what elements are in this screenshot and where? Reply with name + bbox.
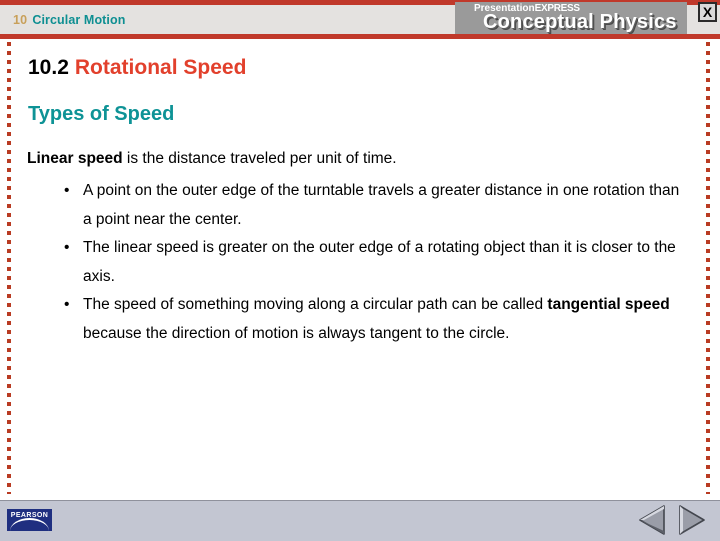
bullet-point-icon: •	[64, 296, 70, 313]
triangle-left-icon	[639, 505, 665, 535]
pearson-logo: PEARSON	[7, 509, 52, 531]
next-slide-button[interactable]: Next slide	[674, 503, 708, 537]
list-item-bold-term: tangential speed	[547, 296, 670, 313]
list-item-text: The speed of something moving along a ci…	[83, 296, 548, 313]
brand-conceptual-physics: Conceptual Physics	[483, 11, 677, 33]
slide-navigation: Previous slide Next slide	[636, 503, 710, 537]
right-dotted-border	[706, 42, 710, 494]
page-title: 10.2 Rotational Speed	[28, 56, 246, 80]
bullet-point-icon: •	[64, 182, 70, 199]
chapter-title: Circular Motion	[32, 12, 126, 27]
page-title-number: 10.2	[28, 56, 69, 79]
list-item-text: A point on the outer edge of the turntab…	[83, 182, 680, 228]
lead-bold-term: Linear speed	[27, 150, 123, 167]
brand-banner: PresentationEXPRESS Conceptual Physics	[455, 2, 687, 35]
bullet-point-icon: •	[64, 239, 70, 256]
lead-rest-text: is the distance traveled per unit of tim…	[122, 150, 397, 167]
pearson-arc-icon	[10, 518, 49, 531]
slide-header: 10 Circular Motion PresentationEXPRESS C…	[0, 0, 720, 39]
slide-canvas: 10 Circular Motion PresentationEXPRESS C…	[0, 0, 720, 541]
list-item: • The linear speed is greater on the oute…	[58, 234, 683, 291]
list-item: • The speed of something moving along a c…	[58, 291, 683, 348]
list-item-text: The linear speed is greater on the outer…	[83, 239, 676, 285]
slide-footer: PEARSON	[0, 500, 720, 541]
page-title-text: Rotational Speed	[74, 56, 247, 79]
left-dotted-border	[7, 42, 11, 494]
list-item: • A point on the outer edge of the turnta…	[58, 177, 683, 234]
list-item-text-tail: because the direction of motion is alway…	[83, 324, 510, 342]
previous-slide-button[interactable]: Previous slide	[636, 503, 670, 537]
chapter-number: 10	[13, 12, 28, 27]
chapter-strip: 10 Circular Motion	[0, 5, 442, 34]
triangle-right-icon	[679, 505, 705, 535]
header-bottom-rule	[0, 34, 720, 39]
page-subtitle: Types of Speed	[28, 103, 175, 125]
close-icon[interactable]: X	[698, 2, 717, 22]
bullet-list: • A point on the outer edge of the turnta…	[58, 177, 683, 348]
lead-paragraph: Linear speed is the distance traveled pe…	[27, 148, 687, 169]
